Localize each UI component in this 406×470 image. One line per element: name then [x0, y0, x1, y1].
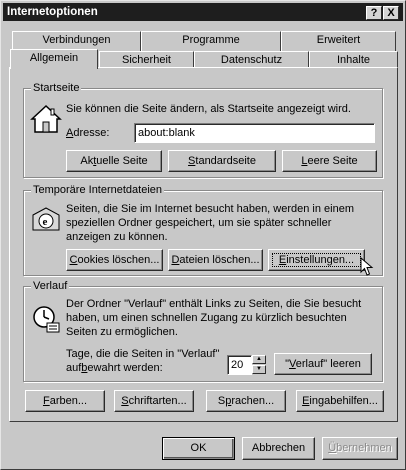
address-input[interactable]: about:blank — [134, 123, 375, 143]
tab-programme[interactable]: Programme — [141, 31, 281, 51]
temp-files-group: Temporäre Internetdateien e Seiten, die … — [23, 183, 383, 276]
tab-verbindungen[interactable]: Verbindungen — [12, 31, 141, 51]
tab-datenschutz[interactable]: Datenschutz — [194, 51, 309, 68]
temp-files-legend: Temporäre Internetdateien — [31, 183, 165, 197]
delete-files-button[interactable]: Dateien löschen... — [168, 249, 263, 271]
history-legend: Verlauf — [31, 279, 70, 293]
days-spin-up[interactable]: ▲ — [252, 355, 266, 364]
svg-text:e: e — [43, 216, 48, 228]
days-label-line-2: aufbewahrt werden: — [66, 362, 163, 374]
days-label-line-1: Tage, die die Seiten in "Verlauf" — [66, 348, 220, 360]
temp-desc-line-3: anzeigen zu können. — [66, 231, 168, 243]
tab-inhalte[interactable]: Inhalte — [309, 51, 398, 68]
tab-panel-allgemein: Startseite Sie können die Seite ändern, … — [9, 67, 398, 422]
history-desc-line-2: haben, um einen schnellen Zugang zu kürz… — [66, 312, 347, 324]
close-button[interactable]: X — [383, 6, 399, 20]
temp-desc-line-2: speziellen Ordner gespeichert, um sie sp… — [66, 217, 332, 229]
colors-button[interactable]: Farben... — [25, 390, 105, 412]
history-desc-line-1: Der Ordner "Verlauf" enthält Links zu Se… — [66, 298, 362, 310]
days-spin-down[interactable]: ▼ — [252, 365, 266, 374]
cancel-button[interactable]: Abbrechen — [242, 437, 315, 460]
startseite-description: Sie können die Seite ändern, als Startse… — [66, 103, 351, 115]
history-group: Verlauf Der Ordner "Verlauf" enthält Lin… — [23, 279, 383, 382]
delete-cookies-button[interactable]: Cookies löschen... — [66, 249, 163, 271]
internet-options-dialog: Internetoptionen ? X Verbindungen Progra… — [0, 0, 406, 470]
languages-button[interactable]: Sprachen... — [206, 390, 286, 412]
days-input[interactable]: 20 — [227, 355, 252, 375]
startseite-legend: Startseite — [31, 81, 82, 95]
tab-sicherheit[interactable]: Sicherheit — [99, 51, 194, 68]
apply-button: Übernehmen — [322, 437, 398, 460]
current-page-button[interactable]: Aktuelle Seite — [66, 150, 162, 172]
default-page-button[interactable]: Standardseite — [168, 150, 276, 172]
help-button[interactable]: ? — [366, 6, 382, 20]
history-desc-line-3: Seiten zu ermöglichen. — [66, 326, 178, 338]
title-bar[interactable]: Internetoptionen ? X — [3, 3, 403, 21]
window-title: Internetoptionen — [7, 6, 98, 18]
house-icon — [30, 104, 62, 133]
clear-history-button[interactable]: "Verlauf" leeren — [274, 353, 372, 375]
temp-desc-line-1: Seiten, die Sie im Internet besucht habe… — [66, 203, 355, 215]
ie-cache-icon: e — [32, 207, 60, 231]
blank-page-button[interactable]: Leere Seite — [282, 150, 377, 172]
ok-button[interactable]: OK — [162, 437, 235, 460]
mouse-pointer-icon — [360, 257, 374, 276]
startseite-group: Startseite Sie können die Seite ändern, … — [23, 81, 383, 178]
address-label: Adresse: — [66, 127, 110, 139]
accessibility-button[interactable]: Eingabehilfen... — [296, 390, 384, 412]
tab-erweitert[interactable]: Erweitert — [281, 31, 396, 51]
settings-button[interactable]: Einstellungen... — [268, 249, 365, 271]
tab-allgemein[interactable]: Allgemein — [10, 49, 98, 69]
fonts-button[interactable]: Schriftarten... — [114, 390, 194, 412]
history-clock-icon — [33, 306, 60, 333]
